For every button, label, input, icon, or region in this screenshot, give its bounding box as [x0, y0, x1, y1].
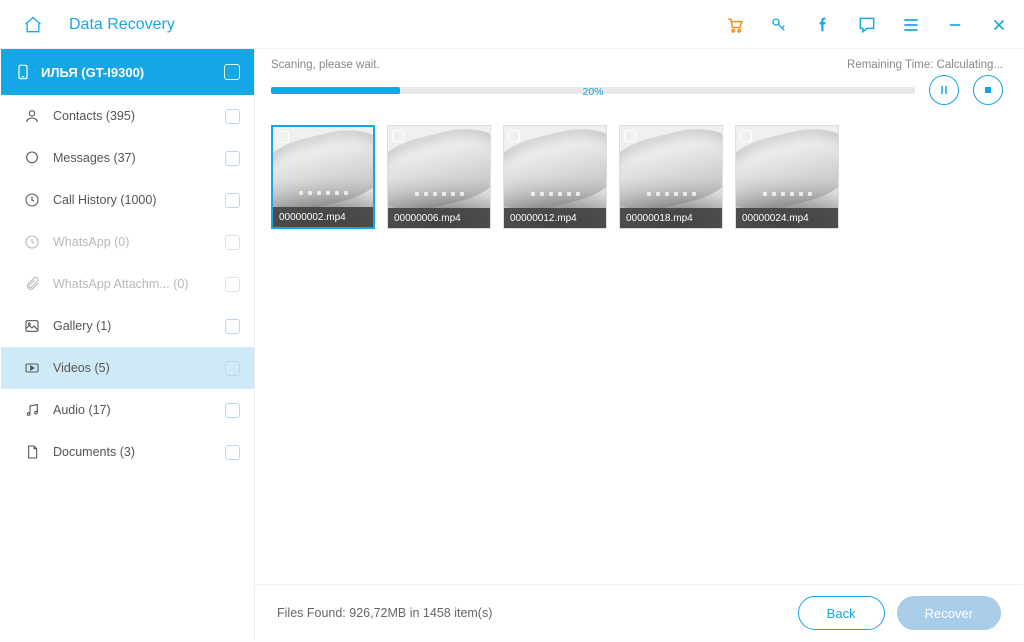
thumb-filename: 00000018.mp4	[620, 208, 722, 228]
sidebar-item-label: Call History (1000)	[53, 193, 157, 207]
sidebar-item-label: Messages (37)	[53, 151, 136, 165]
main-panel: Scaning, please wait. Remaining Time: Ca…	[255, 49, 1023, 641]
sidebar-item-whatsapp: WhatsApp (0)	[1, 221, 254, 263]
speech-icon	[857, 15, 877, 35]
title-bar: Data Recovery	[1, 1, 1023, 49]
progress-remaining: Remaining Time: Calculating...	[847, 59, 1003, 71]
sidebar-item-documents[interactable]: Documents (3)	[1, 431, 254, 473]
sidebar-item-callhistory[interactable]: Call History (1000)	[1, 179, 254, 221]
facebook-button[interactable]	[813, 15, 833, 35]
thumb-checkbox[interactable]	[508, 130, 520, 142]
stop-button[interactable]	[973, 75, 1003, 105]
progress-percent: 20%	[582, 86, 603, 98]
sidebar-item-attachment: WhatsApp Attachm... (0)	[1, 263, 254, 305]
close-icon	[990, 16, 1008, 34]
sidebar-item-messages[interactable]: Messages (37)	[1, 137, 254, 179]
video-thumbnail[interactable]: 00000024.mp4	[735, 125, 839, 229]
sidebar: ИЛЬЯ (GT-I9300) Contacts (395) Messages (…	[1, 49, 255, 641]
attachment-icon	[23, 276, 41, 292]
cart-button[interactable]	[725, 15, 745, 35]
audio-icon	[23, 402, 41, 418]
recover-button[interactable]: Recover	[897, 596, 1001, 630]
sidebar-item-label: WhatsApp (0)	[53, 235, 129, 249]
thumb-checkbox[interactable]	[392, 130, 404, 142]
device-checkbox[interactable]	[224, 64, 240, 80]
video-thumbnail[interactable]: 00000012.mp4	[503, 125, 607, 229]
video-thumbnail[interactable]: 00000002.mp4	[271, 125, 375, 229]
sidebar-item-checkbox[interactable]	[225, 151, 240, 166]
callhistory-icon	[23, 192, 41, 208]
sidebar-item-label: WhatsApp Attachm... (0)	[53, 277, 188, 291]
sidebar-item-checkbox[interactable]	[225, 277, 240, 292]
cart-icon	[725, 15, 745, 35]
progress-bar: 20%	[271, 87, 915, 94]
home-button[interactable]	[15, 7, 51, 43]
thumb-filename: 00000012.mp4	[504, 208, 606, 228]
sidebar-item-checkbox[interactable]	[225, 235, 240, 250]
thumb-filename: 00000024.mp4	[736, 208, 838, 228]
feedback-button[interactable]	[857, 15, 877, 35]
sidebar-item-label: Videos (5)	[53, 361, 110, 375]
menu-button[interactable]	[901, 15, 921, 35]
sidebar-item-checkbox[interactable]	[225, 109, 240, 124]
home-icon	[23, 15, 43, 35]
minimize-icon	[946, 16, 964, 34]
content-area: ИЛЬЯ (GT-I9300) Contacts (395) Messages (…	[1, 49, 1023, 641]
sidebar-item-label: Contacts (395)	[53, 109, 135, 123]
sidebar-item-checkbox[interactable]	[225, 403, 240, 418]
contacts-icon	[23, 108, 41, 124]
sidebar-item-videos[interactable]: Videos (5)	[1, 347, 254, 389]
video-thumbnail[interactable]: 00000018.mp4	[619, 125, 723, 229]
documents-icon	[23, 444, 41, 460]
stop-icon	[982, 84, 994, 96]
gallery-icon	[23, 318, 41, 334]
facebook-icon	[815, 16, 831, 34]
app-window: Data Recovery	[0, 0, 1024, 642]
category-list: Contacts (395) Messages (37) Call History …	[1, 95, 254, 473]
messages-icon	[23, 150, 41, 166]
sidebar-item-audio[interactable]: Audio (17)	[1, 389, 254, 431]
sidebar-item-contacts[interactable]: Contacts (395)	[1, 95, 254, 137]
sidebar-item-gallery[interactable]: Gallery (1)	[1, 305, 254, 347]
hamburger-icon	[901, 15, 921, 35]
minimize-button[interactable]	[945, 15, 965, 35]
pause-button[interactable]	[929, 75, 959, 105]
sidebar-item-checkbox[interactable]	[225, 445, 240, 460]
sidebar-item-label: Audio (17)	[53, 403, 111, 417]
whatsapp-icon	[23, 234, 41, 250]
video-thumbnail[interactable]: 00000006.mp4	[387, 125, 491, 229]
key-icon	[770, 16, 788, 34]
sidebar-item-label: Documents (3)	[53, 445, 135, 459]
sidebar-item-label: Gallery (1)	[53, 319, 111, 333]
progress-fill	[271, 87, 400, 94]
phone-icon	[15, 62, 31, 82]
footer-summary: Files Found: 926,72MB in 1458 item(s)	[277, 606, 492, 620]
thumb-filename: 00000002.mp4	[273, 207, 373, 227]
device-header[interactable]: ИЛЬЯ (GT-I9300)	[1, 49, 254, 95]
thumb-filename: 00000006.mp4	[388, 208, 490, 228]
thumbnail-grid: 00000002.mp4 00000006.mp4 00000012.mp4 0000…	[255, 113, 1023, 585]
thumb-checkbox[interactable]	[624, 130, 636, 142]
key-button[interactable]	[769, 15, 789, 35]
device-label: ИЛЬЯ (GT-I9300)	[41, 65, 144, 80]
progress-status: Scaning, please wait.	[271, 59, 380, 71]
sidebar-item-checkbox[interactable]	[225, 193, 240, 208]
sidebar-item-checkbox[interactable]	[225, 319, 240, 334]
footer-bar: Files Found: 926,72MB in 1458 item(s) Ba…	[255, 585, 1023, 641]
close-button[interactable]	[989, 15, 1009, 35]
thumb-checkbox[interactable]	[740, 130, 752, 142]
progress-area: Scaning, please wait. Remaining Time: Ca…	[255, 49, 1023, 113]
title-icons	[725, 15, 1009, 35]
pause-icon	[938, 84, 950, 96]
back-button[interactable]: Back	[798, 596, 885, 630]
page-title: Data Recovery	[69, 16, 175, 34]
videos-icon	[23, 360, 41, 376]
thumb-checkbox[interactable]	[277, 131, 289, 143]
sidebar-item-checkbox[interactable]	[225, 361, 240, 376]
